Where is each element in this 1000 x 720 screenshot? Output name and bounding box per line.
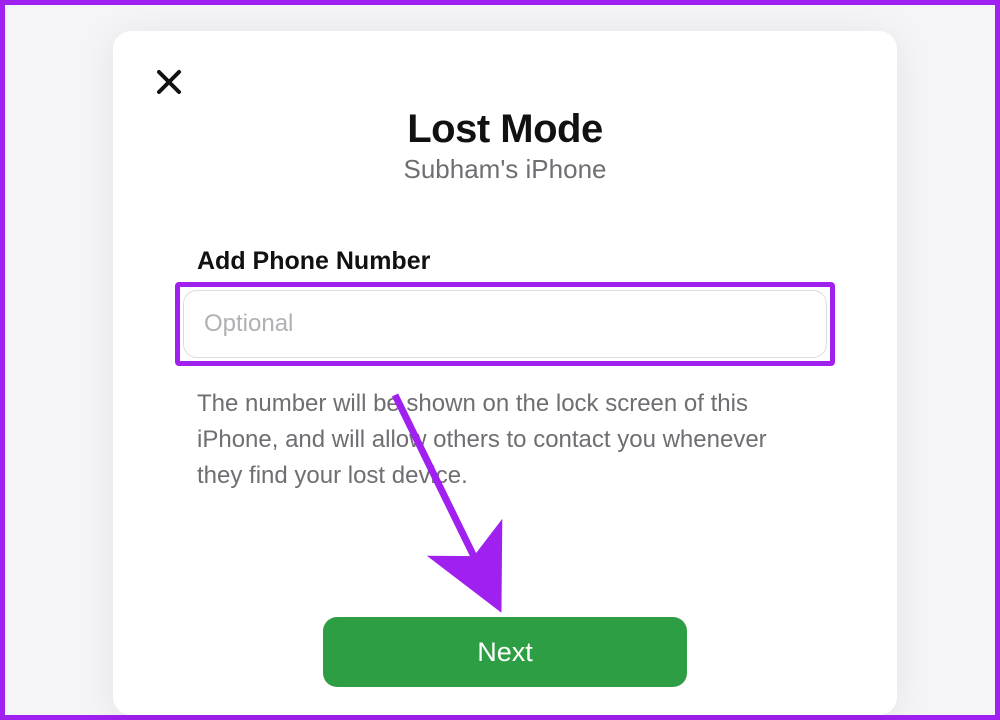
- modal-title: Lost Mode: [113, 107, 897, 152]
- close-button[interactable]: [153, 67, 185, 99]
- phone-number-input[interactable]: [183, 290, 827, 358]
- device-name: Subham's iPhone: [113, 154, 897, 185]
- next-button[interactable]: Next: [323, 617, 687, 687]
- lost-mode-modal: Lost Mode Subham's iPhone Add Phone Numb…: [113, 31, 897, 715]
- close-icon: [154, 67, 184, 97]
- phone-field-label: Add Phone Number: [197, 247, 835, 276]
- modal-content: Add Phone Number The number will be show…: [113, 247, 897, 494]
- next-button-label: Next: [477, 637, 533, 667]
- phone-field-description: The number will be shown on the lock scr…: [197, 386, 813, 494]
- annotation-highlight-box: [175, 282, 835, 366]
- modal-header: Lost Mode Subham's iPhone: [113, 31, 897, 185]
